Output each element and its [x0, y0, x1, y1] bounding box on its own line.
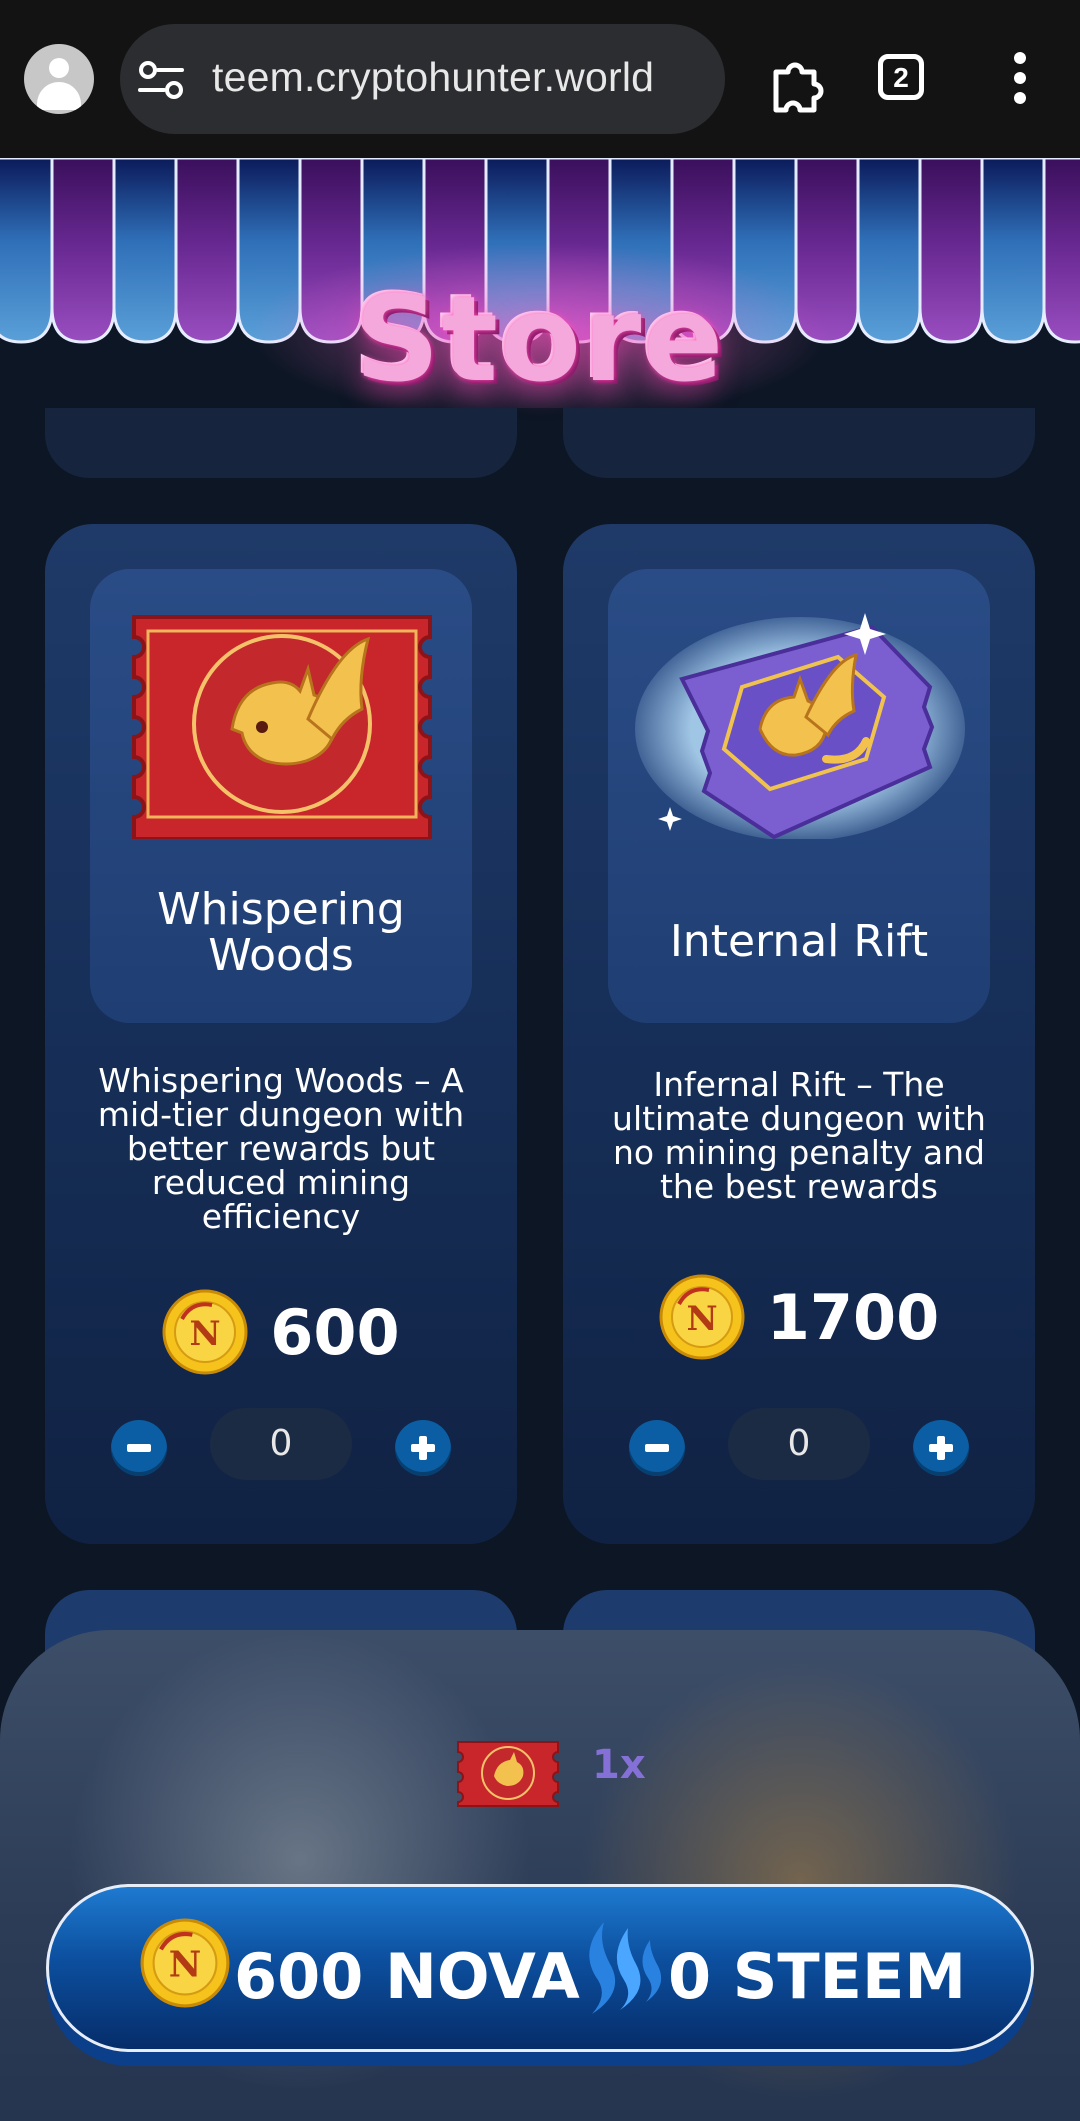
svg-text:N: N — [686, 1299, 717, 1339]
price-amount: 1700 — [766, 1280, 940, 1354]
plus-icon — [929, 1436, 953, 1460]
minus-icon — [127, 1444, 151, 1452]
extensions-puzzle-icon[interactable] — [768, 52, 830, 114]
quantity-input[interactable]: 0 — [728, 1408, 870, 1480]
svg-text:N: N — [190, 1314, 221, 1354]
quantity-input[interactable]: 0 — [210, 1408, 352, 1480]
product-price: N 600 — [45, 1289, 517, 1375]
store-title: Store — [354, 270, 726, 408]
product-image-panel: Whispering Woods — [90, 569, 472, 1023]
cart-item-ticket-icon — [457, 1741, 559, 1807]
svg-text:N: N — [169, 1945, 202, 1986]
more-menu-icon[interactable] — [1000, 52, 1040, 112]
tab-switcher-button[interactable]: 2 — [878, 54, 924, 100]
quantity-stepper: 0 — [45, 1408, 517, 1480]
red-dragon-ticket-icon — [132, 615, 432, 839]
product-card-whispering-woods: Whispering Woods Whispering Woods – A mi… — [45, 524, 517, 1544]
product-card-partial — [563, 408, 1035, 478]
product-description: Infernal Rift – The ultimate dungeon wit… — [612, 1065, 986, 1206]
product-name: Whispering Woods — [157, 884, 405, 981]
total-nova[interactable]: 600 NOVA — [234, 1940, 580, 2013]
product-price: N 1700 — [563, 1274, 1035, 1360]
profile-avatar-icon[interactable] — [24, 44, 94, 114]
nova-coin-icon: N — [659, 1274, 745, 1360]
purple-dragon-ticket-icon — [635, 613, 965, 839]
plus-icon — [411, 1436, 435, 1460]
nova-coin-icon: N — [140, 1918, 230, 2008]
price-amount: 600 — [270, 1295, 400, 1369]
minus-icon — [645, 1444, 669, 1452]
browser-toolbar: teem.cryptohunter.world 2 — [0, 0, 1080, 158]
cart-item-quantity: 1x — [592, 1742, 646, 1788]
increase-quantity-button[interactable] — [395, 1420, 451, 1476]
nova-coin-icon: N — [162, 1289, 248, 1375]
decrease-quantity-button[interactable] — [111, 1420, 167, 1476]
product-description: Whispering Woods – A mid-tier dungeon wi… — [97, 1061, 465, 1236]
url-text[interactable]: teem.cryptohunter.world — [212, 54, 654, 101]
product-name: Internal Rift — [669, 916, 929, 967]
product-card-partial — [45, 408, 517, 478]
product-card-internal-rift: Internal Rift Infernal Rift – The ultima… — [563, 524, 1035, 1544]
steem-logo-icon — [589, 1922, 662, 2014]
increase-quantity-button[interactable] — [913, 1420, 969, 1476]
product-image-panel: Internal Rift — [608, 569, 990, 1023]
total-steem[interactable]: 0 STEEM — [668, 1940, 966, 2013]
decrease-quantity-button[interactable] — [629, 1420, 685, 1476]
site-info-tune-icon[interactable] — [138, 60, 184, 100]
quantity-stepper: 0 — [563, 1408, 1035, 1480]
